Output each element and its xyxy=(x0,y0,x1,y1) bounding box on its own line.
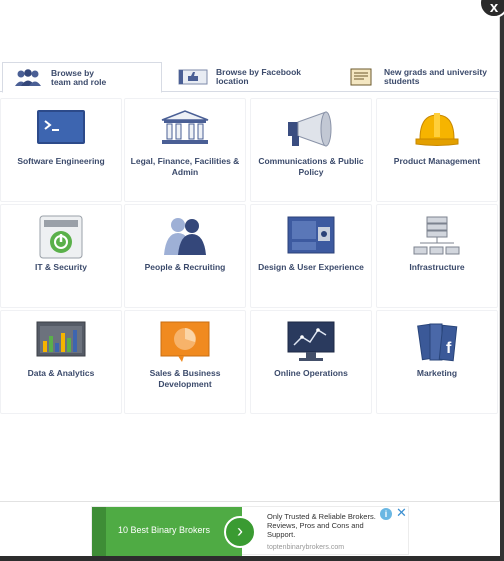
category-label: Data & Analytics xyxy=(27,368,95,378)
ad-arrow-icon[interactable]: › xyxy=(224,516,256,548)
category-label: Software Engineering xyxy=(17,156,105,166)
category-legal-finance[interactable]: Legal, Finance, Facilities & Admin xyxy=(124,98,246,202)
modal-shadow-edge xyxy=(500,0,504,561)
category-online-operations[interactable]: Online Operations xyxy=(250,310,372,414)
category-label: Online Operations xyxy=(274,368,348,378)
terminal-icon xyxy=(37,110,85,144)
category-product-management[interactable]: Product Management xyxy=(376,98,498,202)
people-silhouette-icon xyxy=(164,218,206,255)
ad-close-icon[interactable]: ✕ xyxy=(395,506,408,520)
category-communications[interactable]: Communications & Public Policy xyxy=(250,98,372,202)
ad-description: Only Trusted & Reliable Brokers. Reviews… xyxy=(267,512,376,539)
careers-modal: Browse by team and role Browse by Faceboo… xyxy=(0,0,500,561)
svg-text:f: f xyxy=(446,340,452,357)
tab-label: New grads and university students xyxy=(384,67,487,86)
category-label: Sales & Business Development xyxy=(149,368,221,389)
category-label: Communications & Public Policy xyxy=(258,156,364,177)
tab-facebook-location[interactable]: Browse by Facebook location xyxy=(178,62,328,92)
category-sales-bizdev[interactable]: Sales & Business Development xyxy=(124,310,246,414)
pie-chart-icon xyxy=(160,321,210,362)
category-design-ux[interactable]: Design & User Experience xyxy=(250,204,372,308)
facebook-books-icon: f xyxy=(417,323,458,362)
tab-bar: Browse by team and role Browse by Faceboo… xyxy=(0,62,500,93)
monitor-graph-icon xyxy=(287,321,335,361)
server-network-icon xyxy=(413,216,460,255)
tab-label: Browse by Facebook location xyxy=(216,67,302,86)
megaphone-icon xyxy=(288,111,332,147)
category-label: Design & User Experience xyxy=(258,262,364,272)
tab-new-grads[interactable]: New grads and university students xyxy=(346,62,496,92)
category-software-engineering[interactable]: Software Engineering xyxy=(0,98,122,202)
category-label: People & Recruiting xyxy=(144,262,226,272)
category-label: Product Management xyxy=(393,156,481,166)
power-server-icon xyxy=(39,215,83,259)
ad-banner[interactable]: 10 Best Binary Brokers xyxy=(92,507,242,556)
category-data-analytics[interactable]: Data & Analytics xyxy=(0,310,122,414)
tab-team-and-role[interactable]: Browse by team and role xyxy=(2,62,162,93)
category-label: Marketing xyxy=(416,368,458,378)
category-it-security[interactable]: IT & Security xyxy=(0,204,122,308)
category-label: Infrastructure xyxy=(409,262,465,272)
category-marketing[interactable]: f Marketing xyxy=(376,310,498,414)
design-board-icon xyxy=(287,216,335,254)
bar-chart-icon xyxy=(36,321,86,357)
building-icon xyxy=(161,110,209,144)
category-people-recruiting[interactable]: People & Recruiting xyxy=(124,204,246,308)
tab-label: Browse by team and role xyxy=(51,67,107,87)
certificate-icon xyxy=(350,68,372,86)
category-infrastructure[interactable]: Infrastructure xyxy=(376,204,498,308)
ad-domain[interactable]: toptenbinarybrokers.com xyxy=(267,544,344,551)
ad-title: 10 Best Binary Brokers xyxy=(118,525,211,535)
thumbs-up-sign-icon xyxy=(178,69,208,85)
ad-info-icon[interactable]: i xyxy=(380,508,392,520)
category-label: IT & Security xyxy=(35,262,87,272)
people-icon xyxy=(15,68,41,86)
hard-hat-icon xyxy=(415,113,459,146)
advertisement[interactable]: 10 Best Binary Brokers › Only Trusted & … xyxy=(91,506,409,556)
category-label: Legal, Finance, Facilities & Admin xyxy=(130,156,240,177)
page-background-strip xyxy=(0,556,500,561)
